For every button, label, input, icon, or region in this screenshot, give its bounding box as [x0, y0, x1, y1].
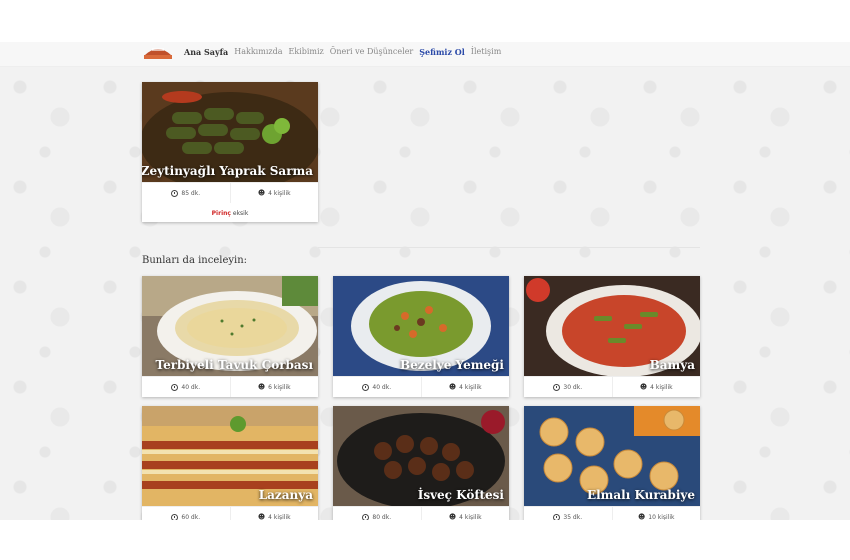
- section-title: Bunları da inceleyin:: [142, 255, 248, 266]
- recipe-time-value: 40 dk.: [372, 383, 392, 391]
- recipe-image: Bezelye Yemeği: [333, 276, 509, 376]
- featured-recipe-title: Zeytinyağlı Yaprak Sarma: [142, 164, 313, 178]
- recipe-meta: 40 dk. ☻ 6 kişilik: [142, 376, 318, 397]
- featured-time-value: 85 dk.: [181, 189, 201, 197]
- missing-ingredient-note: Pirinç eksik: [142, 203, 318, 217]
- featured-recipe-image: Zeytinyağlı Yaprak Sarma: [142, 82, 318, 182]
- recipe-servings: ☻ 6 kişilik: [229, 377, 319, 397]
- navbar: Ana Sayfa Hakkımızda Ekibimiz Öneri ve D…: [0, 42, 850, 67]
- section-divider: [318, 247, 700, 248]
- missing-ingredient: Pirinç: [211, 210, 231, 217]
- recipe-time-value: 30 dk.: [563, 383, 583, 391]
- recipe-servings-value: 6 kişilik: [268, 383, 291, 391]
- recipe-title: Lazanya: [258, 488, 313, 502]
- top-margin: [0, 0, 850, 42]
- recipe-title: Elmalı Kurabiye: [586, 488, 695, 502]
- recipe-meta: 40 dk. ☻ 4 kişilik: [333, 376, 509, 397]
- people-icon: ☻: [257, 189, 266, 197]
- nav-about[interactable]: Hakkımızda: [234, 47, 282, 57]
- nav-contact[interactable]: İletişim: [471, 47, 501, 57]
- logo-icon[interactable]: [142, 45, 174, 61]
- recipe-card-terbiyeli-tavuk-corbasi[interactable]: Terbiyeli Tavuk Çorbası 40 dk. ☻ 6 kişil…: [142, 276, 318, 397]
- recipe-servings-value: 4 kişilik: [459, 383, 482, 391]
- recipe-time: 40 dk.: [333, 377, 421, 397]
- recipe-title: Terbiyeli Tavuk Çorbası: [155, 358, 313, 372]
- nav-links: Ana Sayfa Hakkımızda Ekibimiz Öneri ve D…: [184, 47, 501, 57]
- recipe-image: İsveç Köftesi: [333, 406, 509, 506]
- recipe-title: Bamya: [649, 358, 695, 372]
- recipe-image: Terbiyeli Tavuk Çorbası: [142, 276, 318, 376]
- clock-icon: [553, 383, 561, 391]
- nav-home[interactable]: Ana Sayfa: [184, 47, 228, 57]
- recipe-time: 30 dk.: [524, 377, 612, 397]
- people-icon: ☻: [257, 383, 266, 391]
- recipe-time-value: 40 dk.: [181, 383, 201, 391]
- clock-icon: [362, 383, 370, 391]
- bottom-margin: [0, 520, 850, 560]
- recipe-image: Bamya: [524, 276, 700, 376]
- featured-recipe-card[interactable]: Zeytinyağlı Yaprak Sarma 85 dk. ☻ 4 kişi…: [142, 82, 318, 222]
- nav-become-chef[interactable]: Şefimiz Ol: [419, 47, 465, 57]
- recipe-title: İsveç Köftesi: [417, 488, 504, 502]
- nav-team[interactable]: Ekibimiz: [288, 47, 323, 57]
- people-icon: ☻: [448, 383, 457, 391]
- recipe-meta: 30 dk. ☻ 4 kişilik: [524, 376, 700, 397]
- recipe-image: Lazanya: [142, 406, 318, 506]
- recipe-servings: ☻ 4 kişilik: [611, 377, 701, 397]
- recipe-card-bamya[interactable]: Bamya 30 dk. ☻ 4 kişilik: [524, 276, 700, 397]
- recipe-time: 40 dk.: [142, 377, 230, 397]
- clock-icon: [171, 189, 179, 197]
- missing-suffix: eksik: [232, 210, 249, 217]
- featured-recipe-meta: 85 dk. ☻ 4 kişilik: [142, 182, 318, 203]
- page: Ana Sayfa Hakkımızda Ekibimiz Öneri ve D…: [0, 0, 850, 560]
- people-icon: ☻: [639, 383, 648, 391]
- recipe-servings: ☻ 4 kişilik: [420, 377, 510, 397]
- nav-feedback[interactable]: Öneri ve Düşünceler: [330, 47, 413, 57]
- recipe-card-elmali-kurabiye[interactable]: Elmalı Kurabiye 35 dk. ☻ 10 kişilik: [524, 406, 700, 527]
- recipe-card-lazanya[interactable]: Lazanya 60 dk. ☻ 4 kişilik: [142, 406, 318, 527]
- featured-time: 85 dk.: [142, 183, 230, 203]
- featured-servings: ☻ 4 kişilik: [229, 183, 319, 203]
- clock-icon: [171, 383, 179, 391]
- recipe-title: Bezelye Yemeği: [399, 358, 504, 372]
- recipe-image: Elmalı Kurabiye: [524, 406, 700, 506]
- recipe-card-bezelye-yemegi[interactable]: Bezelye Yemeği 40 dk. ☻ 4 kişilik: [333, 276, 509, 397]
- recipe-servings-value: 4 kişilik: [650, 383, 673, 391]
- recipe-card-isvec-koftesi[interactable]: İsveç Köftesi 80 dk. ☻ 4 kişilik: [333, 406, 509, 527]
- featured-servings-value: 4 kişilik: [268, 189, 291, 197]
